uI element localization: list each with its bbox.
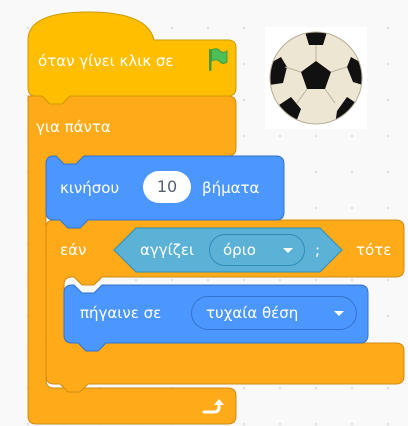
loop-arrow-icon xyxy=(200,397,224,419)
forever-block-label: για πάντα xyxy=(36,118,111,136)
touching-target-dropdown[interactable]: όριο xyxy=(209,234,305,266)
chevron-down-icon xyxy=(282,235,294,275)
chevron-down-icon xyxy=(333,297,345,340)
touching-question-mark: ; xyxy=(315,241,321,259)
goto-target-dropdown[interactable]: τυχαία θέση xyxy=(191,296,357,330)
steps-input[interactable]: 10 xyxy=(143,171,191,203)
soccer-ball-icon[interactable] xyxy=(265,27,367,129)
hat-block-label: όταν γίνει κλικ σε xyxy=(38,52,174,70)
move-label-after: βήματα xyxy=(202,179,260,197)
touching-label: αγγίζει xyxy=(140,241,195,259)
goto-dropdown-value: τυχαία θέση xyxy=(206,304,299,322)
goto-label: πήγαινε σε xyxy=(80,304,162,322)
then-label: τότε xyxy=(356,241,392,259)
touching-dropdown-value: όριο xyxy=(223,241,256,259)
green-flag-icon[interactable] xyxy=(207,47,229,73)
if-label: εάν xyxy=(60,241,87,259)
code-workspace[interactable]: όταν γίνει κλικ σε για πάντα κινήσου 10 … xyxy=(0,0,408,426)
move-label-before: κινήσου xyxy=(60,179,120,197)
